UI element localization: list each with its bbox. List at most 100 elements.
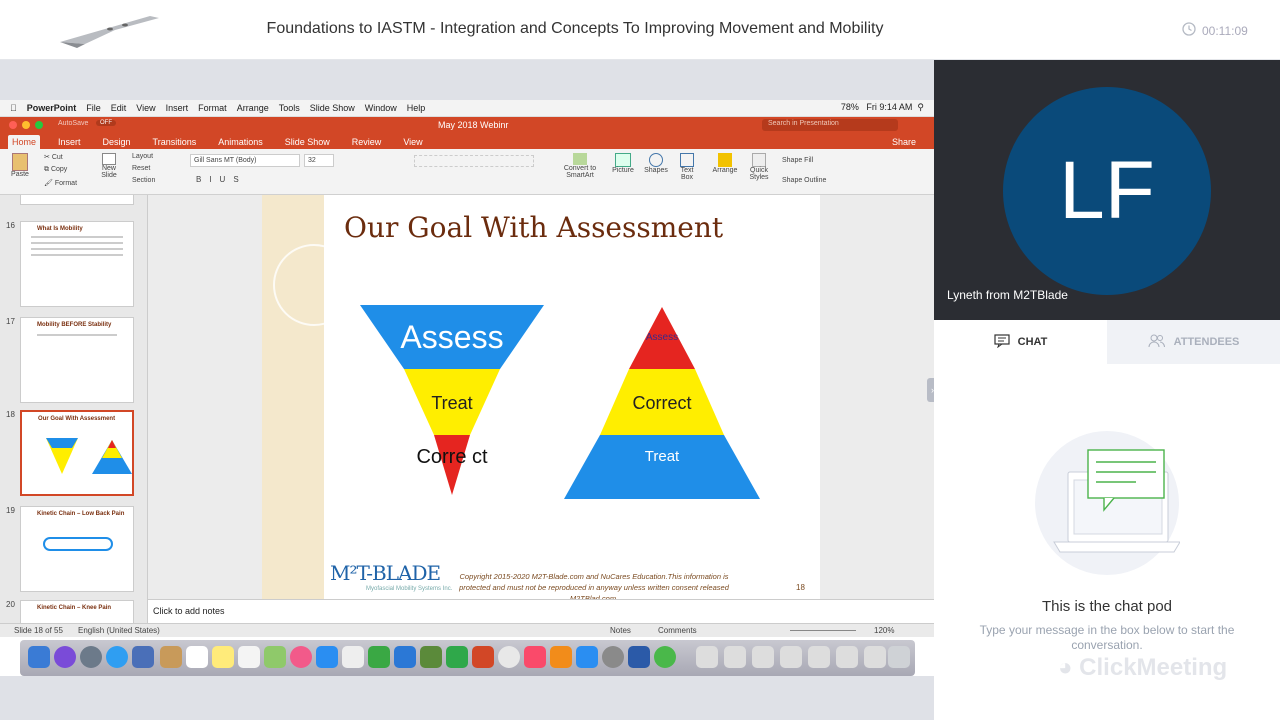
thumbnail-number: 17 [6, 317, 15, 326]
quick-styles-icon [752, 153, 766, 167]
menu-item-format: Format [191, 103, 227, 113]
menu-item-arrange: Arrange [229, 103, 269, 113]
textbox-button: Text Box [676, 153, 698, 181]
picture-icon [615, 153, 631, 167]
siri-icon [54, 646, 76, 668]
chat-icon [994, 333, 1010, 351]
paste-button: Paste [8, 153, 32, 178]
autosave-label: AutoSave [58, 120, 89, 127]
thumbnail-number: 18 [6, 410, 15, 419]
slide-copyright: Copyright 2015-2020 M2T-Blade.com and Nu… [459, 572, 729, 599]
screen-share-area:  PowerPoint File Edit View Insert Forma… [0, 60, 934, 720]
thumbnail-number: 20 [6, 600, 15, 609]
presenter-name: Lyneth from M2TBlade [947, 288, 1068, 302]
mac-dock [20, 640, 915, 676]
ppt-status-bar: Slide 18 of 55 English (United States) N… [0, 623, 934, 637]
arrange-icon [718, 153, 732, 167]
slide-thumbnail-16: What Is Mobility [20, 221, 134, 307]
facetime-app-icon [446, 646, 468, 668]
clickmeeting-watermark: ◕ ClickMeeting [1058, 654, 1228, 681]
paragraph-group [414, 155, 534, 167]
meeting-title: Foundations to IASTM - Integration and C… [266, 20, 884, 37]
slide-page-number: 18 [796, 583, 805, 592]
slide-brand-sub: Myofascial Mobility Systems Inc. [366, 586, 453, 592]
apple-icon:  [10, 103, 17, 113]
font-style-buttons: BIUS [196, 175, 247, 184]
textedit-icon [342, 646, 364, 668]
slide-thumbnails-pane: 16 What Is Mobility 17 Mobility BEFORE S… [0, 195, 148, 623]
menu-item-window: Window [358, 103, 397, 113]
mac-menu-bar:  PowerPoint File Edit View Insert Forma… [0, 100, 934, 117]
tab-slideshow: Slide Show [284, 137, 330, 147]
picture-button: Picture [610, 153, 636, 174]
word-icon [628, 646, 650, 668]
menu-clock: Fri 9:14 AM [866, 102, 913, 112]
chrome-icon [498, 646, 520, 668]
shapes-icon [649, 153, 663, 167]
notes-toggle: Notes [610, 626, 631, 635]
messages-icon [316, 646, 338, 668]
menu-item-help: Help [400, 103, 426, 113]
shared-desktop:  PowerPoint File Edit View Insert Forma… [0, 100, 934, 676]
slide-thumbnail-18-selected: Our Goal With Assessment [20, 410, 134, 496]
chat-empty-subtitle: Type your message in the box below to st… [979, 623, 1235, 652]
window-thumbnail-icon [836, 646, 858, 668]
finder-icon [28, 646, 50, 668]
thumbnail-number: 16 [6, 221, 15, 230]
thumbnail-pyramids [46, 438, 132, 474]
tab-attendees-label: ATTENDEES [1173, 336, 1240, 348]
convert-smartart-button: Convert to SmartArt [560, 153, 600, 179]
maps-icon [264, 646, 286, 668]
tab-animations: Animations [218, 137, 263, 147]
slide-title: Our Goal With Assessment [344, 211, 724, 244]
contacts-icon [160, 646, 182, 668]
tab-insert: Insert [58, 137, 81, 147]
battery-level: 78% [840, 102, 859, 112]
menu-status-area: 78% Fri 9:14 AM ⚲ [840, 102, 924, 112]
smartart-icon [573, 153, 587, 165]
slide-thumbnail-19: Kinetic Chain – Low Back Pain [20, 506, 134, 592]
menu-item-view: View [129, 103, 155, 113]
chat-empty-title: This is the chat pod [1041, 598, 1173, 615]
chat-empty-illustration-icon [1034, 430, 1181, 581]
clipboard-group: ✂ Cut ⧉ Copy 🖌 Format [44, 153, 77, 187]
side-panel-tabs: CHAT ATTENDEES [934, 320, 1280, 364]
format-painter-button: 🖌 Format [44, 180, 78, 187]
tab-attendees[interactable]: ATTENDEES [1107, 320, 1280, 364]
section-button: Section [132, 177, 156, 184]
label-treat-upright: Treat [645, 448, 680, 465]
slide-thumbnail [20, 195, 134, 205]
clock-icon [1182, 22, 1196, 39]
slide-editing-canvas: Our Goal With Assessment Assess Treat Co… [148, 195, 934, 599]
powerpoint-icon [472, 646, 494, 668]
window-thumbnail-icon [724, 646, 746, 668]
label-correct: Corre ct [416, 446, 488, 468]
autosave-toggle: OFF [96, 120, 116, 126]
attendees-icon [1148, 334, 1166, 351]
tab-transitions: Transitions [152, 137, 197, 147]
arrange-button: Arrange [710, 153, 740, 174]
thumbnail-number: 19 [6, 506, 15, 515]
language-status: English (United States) [78, 626, 160, 635]
ribbon-tabs: Home Insert Design Transitions Animation… [0, 133, 934, 149]
cut-button: ✂ Cut [44, 154, 63, 161]
ibooks-icon [550, 646, 572, 668]
pyramid-diagrams: Assess Treat Corre ct Assess Correct Tre… [360, 305, 760, 499]
window-controls-icon [8, 120, 48, 132]
tab-home: Home [8, 135, 41, 149]
notes-app-icon [212, 646, 234, 668]
font-size-select: 32 [304, 154, 334, 167]
presenter-avatar: LF [1003, 87, 1211, 295]
window-thumbnail-icon [780, 646, 802, 668]
comments-toggle: Comments [658, 626, 697, 635]
chat-panel: This is the chat pod Type your message i… [934, 364, 1280, 720]
video-panel: LF Lyneth from M2TBlade [934, 60, 1280, 320]
tab-chat[interactable]: CHAT [934, 320, 1107, 364]
ppt-search-input: Search in Presentation [762, 119, 898, 131]
label-assess-small: Assess [646, 332, 678, 343]
system-preferences-icon [602, 646, 624, 668]
preview-icon [132, 646, 154, 668]
slide-counter: Slide 18 of 55 [14, 626, 63, 635]
slide-thumbnail-17: Mobility BEFORE Stability [20, 317, 134, 403]
tab-review: Review [351, 137, 382, 147]
